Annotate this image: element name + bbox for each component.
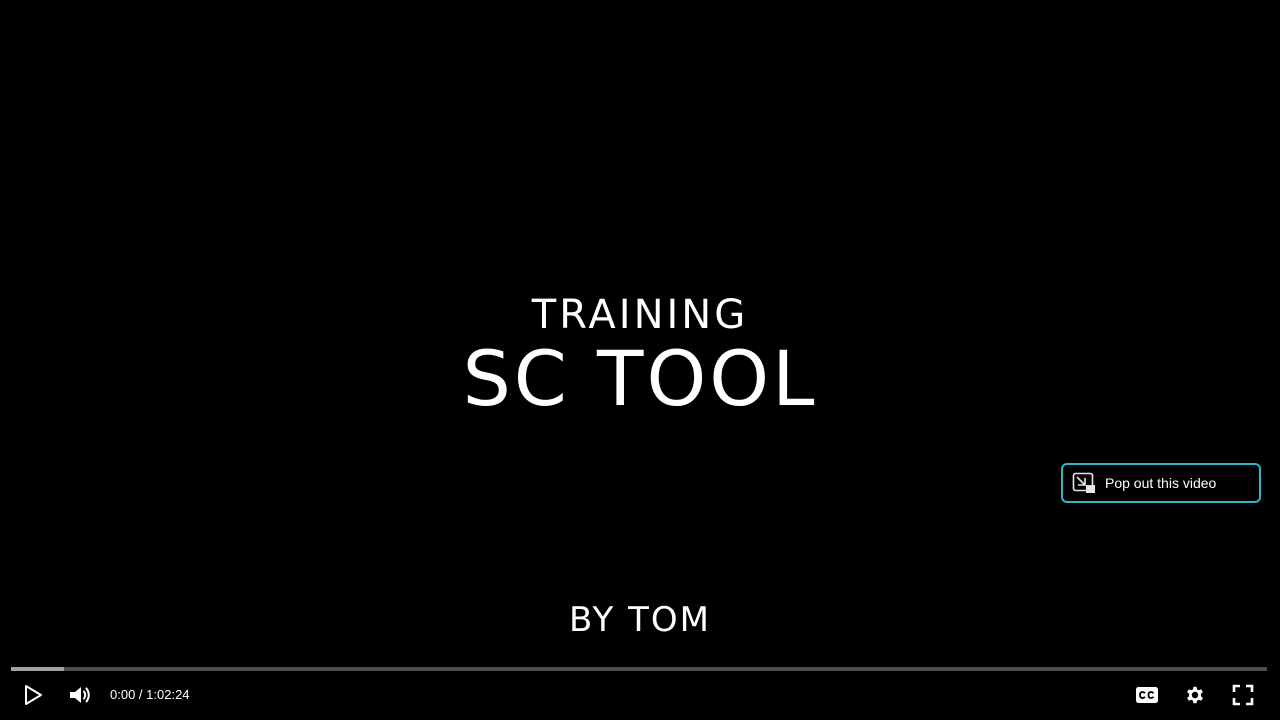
video-title-line1: TRAINING [531,292,749,338]
current-time: 0:00 [110,687,136,702]
volume-icon [68,684,92,706]
closed-captions-icon [1135,686,1159,704]
progress-bar[interactable] [11,667,1267,671]
time-separator: / [135,687,147,702]
popout-icon [1071,471,1097,495]
fullscreen-icon [1232,684,1254,706]
video-player[interactable]: TRAINING SC TOOL BY TOM Pop out this vid… [0,0,1280,720]
gear-icon [1184,684,1206,706]
captions-button[interactable] [1131,679,1163,711]
popout-video-button[interactable]: Pop out this video [1061,463,1261,503]
play-button[interactable] [17,679,49,711]
volume-button[interactable] [64,679,96,711]
play-icon [23,684,43,706]
time-display: 0:00 / 1:02:24 [110,685,190,705]
popout-label: Pop out this video [1105,475,1217,491]
video-byline: BY TOM [569,600,711,640]
video-frame[interactable]: TRAINING SC TOOL BY TOM [0,0,1280,660]
duration: 1:02:24 [146,687,190,702]
progress-buffered [11,667,64,671]
fullscreen-button[interactable] [1227,679,1259,711]
settings-button[interactable] [1179,679,1211,711]
video-title-line2: SC TOOL [462,334,818,423]
